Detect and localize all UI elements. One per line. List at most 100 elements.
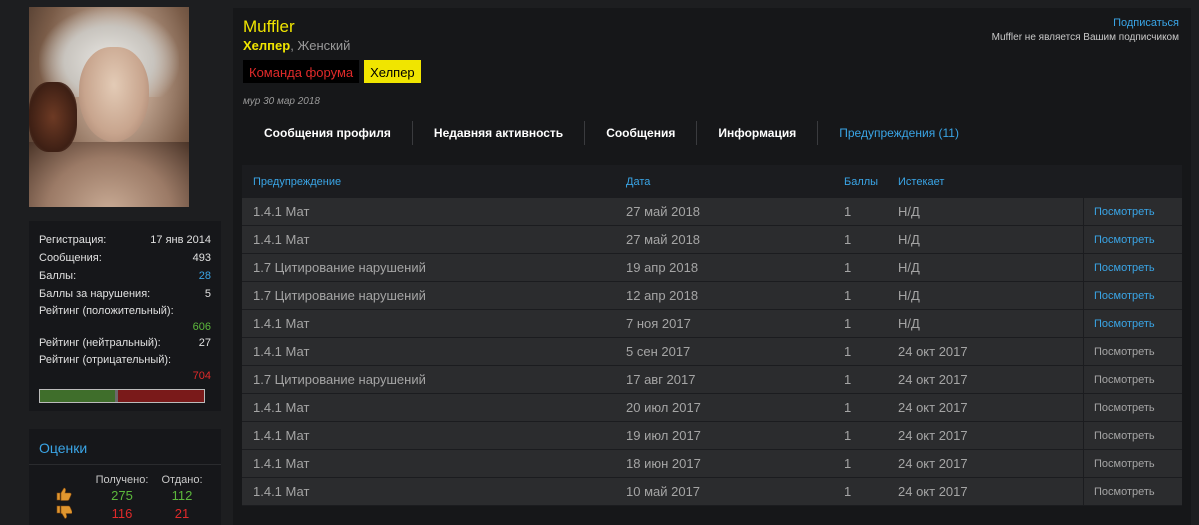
table-row: 1.7 Цитирование нарушений 17 авг 2017 1 24 … xyxy=(242,366,1182,394)
view-link[interactable]: Посмотреть xyxy=(1083,450,1182,477)
view-link[interactable]: Посмотреть xyxy=(1083,254,1182,281)
profile-username: Muffler xyxy=(243,17,295,36)
table-row: 1.4.1 Мат 27 май 2018 1 Н/Д Посмотреть xyxy=(242,198,1182,226)
table-row: 1.4.1 Мат 7 ноя 2017 1 Н/Д Посмотреть xyxy=(242,310,1182,338)
view-link[interactable]: Посмотреть xyxy=(1083,198,1182,225)
thumbs-up-icon xyxy=(29,487,86,504)
rating-bar-negative xyxy=(117,390,204,402)
ratings-panel: Оценки Получено: Отдано: 275 112 116 21 xyxy=(29,429,221,525)
view-link[interactable]: Посмотреть xyxy=(1083,338,1182,365)
cell-points: 1 xyxy=(844,484,852,499)
view-link[interactable]: Посмотреть xyxy=(1083,366,1182,393)
cell-points: 1 xyxy=(844,400,852,415)
stat-positive-value: 606 xyxy=(192,321,211,333)
stat-label: Сообщения: xyxy=(39,252,102,264)
tab-profile-posts[interactable]: Сообщения профиля xyxy=(243,121,413,145)
stat-value: 27 xyxy=(198,337,211,349)
user-meta: мур 30 мар 2018 xyxy=(243,96,320,107)
cell-expires: Н/Д xyxy=(898,288,920,303)
table-header: Предупреждение Дата Баллы Истекает xyxy=(242,165,1182,198)
cell-points: 1 xyxy=(844,260,852,275)
cell-warning: 1.7 Цитирование нарушений xyxy=(253,372,426,387)
cell-date: 12 апр 2018 xyxy=(626,288,699,303)
likes-given: 112 xyxy=(171,487,193,503)
profile-main: Muffler Хелпер, Женский Команда форума Х… xyxy=(233,8,1191,525)
cell-date: 10 май 2017 xyxy=(626,484,701,499)
cell-warning: 1.7 Цитирование нарушений xyxy=(253,288,426,303)
table-row: 1.4.1 Мат 20 июл 2017 1 24 окт 2017 Посмотре… xyxy=(242,394,1182,422)
cell-expires: Н/Д xyxy=(898,204,920,219)
dislikes-given: 21 xyxy=(174,505,190,521)
tab-posts[interactable]: Сообщения xyxy=(585,121,698,145)
cell-warning: 1.4.1 Мат xyxy=(253,484,310,499)
stat-value: 5 xyxy=(204,288,211,300)
stat-value[interactable]: 28 xyxy=(199,267,211,285)
cell-date: 20 июл 2017 xyxy=(626,400,701,415)
cell-date: 5 сен 2017 xyxy=(626,344,691,359)
view-link[interactable]: Посмотреть xyxy=(1083,422,1182,449)
cell-warning: 1.4.1 Мат xyxy=(253,428,310,443)
cell-expires: Н/Д xyxy=(898,316,920,331)
cell-date: 18 июн 2017 xyxy=(626,456,701,471)
cell-expires: 24 окт 2017 xyxy=(898,344,968,359)
cell-warning: 1.4.1 Мат xyxy=(253,400,310,415)
cell-date: 17 авг 2017 xyxy=(626,372,696,387)
dislikes-row: 116 21 xyxy=(29,504,221,522)
ratings-title[interactable]: Оценки xyxy=(29,429,221,465)
table-row: 1.4.1 Мат 10 май 2017 1 24 окт 2017 Посмотре… xyxy=(242,478,1182,506)
subscribe-link[interactable]: Подписаться xyxy=(1113,17,1179,29)
stat-label: Регистрация: xyxy=(39,234,107,246)
view-link[interactable]: Посмотреть xyxy=(1083,282,1182,309)
tab-recent-activity[interactable]: Недавняя активность xyxy=(413,121,586,145)
table-row: 1.4.1 Мат 27 май 2018 1 Н/Д Посмотреть xyxy=(242,226,1182,254)
cell-warning: 1.4.1 Мат xyxy=(253,316,310,331)
table-row: 1.4.1 Мат 18 июн 2017 1 24 окт 2017 Посмотре… xyxy=(242,450,1182,478)
stat-points: Баллы: 28 xyxy=(39,267,211,285)
view-link[interactable]: Посмотреть xyxy=(1083,394,1182,421)
cell-points: 1 xyxy=(844,204,852,219)
user-avatar[interactable] xyxy=(29,7,189,207)
tab-warnings[interactable]: Предупреждения (11) xyxy=(818,121,980,145)
likes-row: 275 112 xyxy=(29,486,221,504)
stat-negative-value: 704 xyxy=(192,370,211,382)
stat-neutral: Рейтинг (нейтральный): 27 xyxy=(39,334,211,352)
stat-label: Баллы: xyxy=(39,270,77,282)
cell-date: 27 май 2018 xyxy=(626,204,701,219)
cell-points: 1 xyxy=(844,456,852,471)
view-link[interactable]: Посмотреть xyxy=(1083,310,1182,337)
view-link[interactable]: Посмотреть xyxy=(1083,478,1182,505)
header-expires[interactable]: Истекает xyxy=(887,176,1083,188)
profile-tabs: Сообщения профиля Недавняя активность Со… xyxy=(243,121,980,145)
cell-warning: 1.4.1 Мат xyxy=(253,204,310,219)
likes-received: 275 xyxy=(111,487,133,503)
ratings-header: Получено: Отдано: xyxy=(29,465,221,486)
stat-registration: Регистрация: 17 янв 2014 xyxy=(39,231,211,249)
tab-information[interactable]: Информация xyxy=(697,121,819,145)
cell-warning: 1.4.1 Мат xyxy=(253,232,310,247)
cell-points: 1 xyxy=(844,232,852,247)
header-date[interactable]: Дата xyxy=(615,176,833,188)
given-label: Отдано: xyxy=(161,474,203,486)
cell-warning: 1.4.1 Мат xyxy=(253,344,310,359)
stat-value: 493 xyxy=(192,252,211,264)
badge-helper: Хелпер xyxy=(364,60,421,83)
cell-expires: 24 окт 2017 xyxy=(898,428,968,443)
cell-warning: 1.7 Цитирование нарушений xyxy=(253,260,426,275)
received-label: Получено: xyxy=(95,474,149,486)
subscribe-note: Muffler не является Вашим подписчиком xyxy=(991,32,1179,43)
user-gender: , Женский xyxy=(290,38,351,53)
cell-date: 27 май 2018 xyxy=(626,232,701,247)
warnings-table: Предупреждение Дата Баллы Истекает 1.4.1… xyxy=(242,165,1182,506)
cell-points: 1 xyxy=(844,344,852,359)
thumbs-down-icon xyxy=(29,505,86,522)
header-warning[interactable]: Предупреждение xyxy=(242,176,615,188)
table-row: 1.7 Цитирование нарушений 12 апр 2018 1 Н/Д… xyxy=(242,282,1182,310)
user-role: Хелпер xyxy=(243,38,291,53)
badge-forum-team: Команда форума xyxy=(243,60,360,83)
table-row: 1.7 Цитирование нарушений 19 апр 2018 1 Н/Д… xyxy=(242,254,1182,282)
view-link[interactable]: Посмотреть xyxy=(1083,226,1182,253)
avatar-dragon xyxy=(29,82,77,152)
rating-bar xyxy=(39,389,205,403)
user-badges: Команда форума Хелпер xyxy=(243,60,421,83)
cell-points: 1 xyxy=(844,288,852,303)
